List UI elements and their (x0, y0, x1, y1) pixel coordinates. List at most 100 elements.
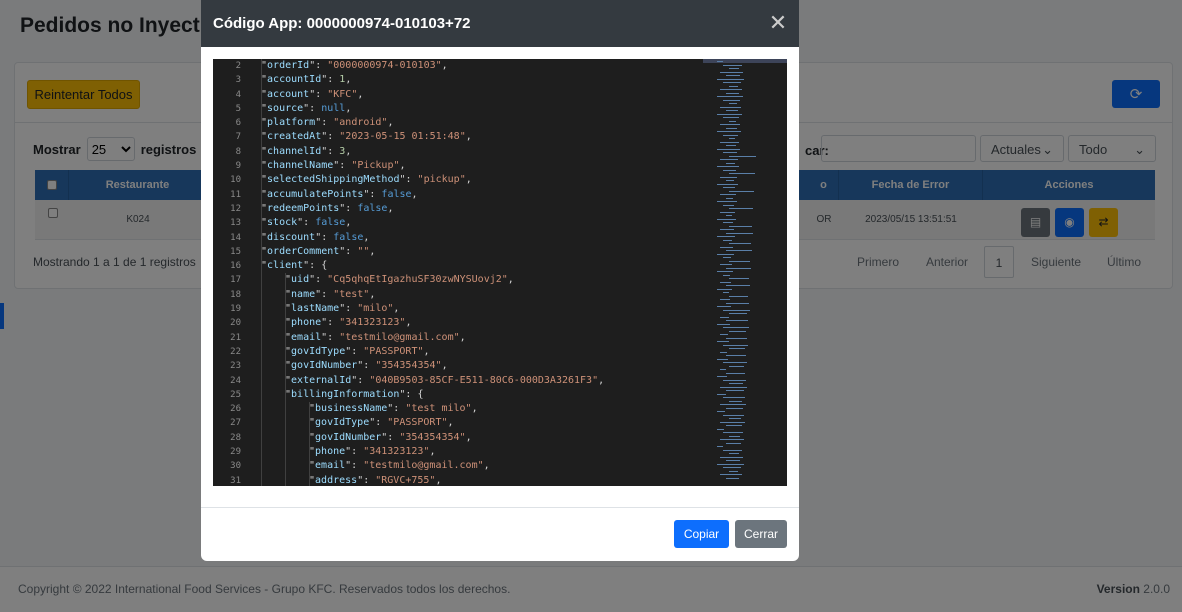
close-button[interactable]: Cerrar (735, 520, 787, 548)
minimap-line (729, 173, 755, 174)
minimap-line (717, 341, 729, 342)
minimap-line (726, 442, 741, 444)
code-text: "source": null, (261, 102, 352, 114)
minimap-line (726, 197, 733, 199)
minimap-line (723, 467, 741, 468)
line-number: 25 (230, 389, 241, 400)
minimap-line (729, 278, 749, 279)
line-number: 13 (230, 218, 241, 229)
line-number: 4 (235, 89, 241, 100)
minimap-line (720, 124, 740, 125)
minimap[interactable] (703, 59, 787, 486)
minimap-line (723, 99, 740, 101)
code-line: 25 "billingInformation": { (213, 387, 713, 403)
line-number: 29 (230, 447, 241, 458)
code-text: "stock": false, (261, 217, 352, 229)
indent-guide (285, 459, 286, 474)
minimap-line (720, 474, 742, 475)
minimap-line (729, 260, 750, 262)
minimap-line (717, 376, 727, 377)
line-number: 22 (230, 346, 241, 357)
minimap-line (720, 281, 731, 283)
indent-guide (261, 416, 262, 431)
minimap-line (729, 155, 756, 157)
minimap-line (723, 274, 730, 276)
code-text: "phone": "341323123", (285, 317, 412, 329)
minimap-line (717, 358, 728, 360)
code-text: "accumulatePoints": false, (261, 188, 418, 200)
minimap-line (726, 390, 744, 391)
minimap-line (717, 218, 736, 220)
code-text: "govIdNumber": "354354354", (309, 431, 472, 443)
minimap-line (723, 152, 737, 153)
code-lines: 2 "orderId": "0000000974-010103", 3 "accoun… (213, 59, 713, 486)
minimap-line (723, 82, 741, 83)
minimap-line (717, 463, 744, 465)
minimap-line (723, 327, 749, 328)
code-editor[interactable]: 2 "orderId": "0000000974-010103", 3 "accoun… (213, 59, 787, 486)
code-line: 11 "accumulatePoints": false, (213, 187, 713, 202)
line-number: 14 (230, 232, 241, 243)
minimap-line (726, 127, 737, 129)
code-text: "lastName": "milo", (285, 303, 400, 315)
line-number: 11 (230, 189, 241, 200)
indent-guide (261, 316, 262, 331)
code-text: "channelName": "Pickup", (261, 160, 406, 172)
line-number: 10 (230, 175, 241, 186)
code-line: 17 "uid": "Cq5qhqEtIgazhuSF30zwNYSUovj2", (213, 273, 713, 288)
code-line: 24 "externalId": "040B9503-85CF-E511-80C6… (213, 373, 713, 388)
minimap-line (729, 103, 737, 104)
minimap-line (726, 355, 746, 356)
minimap-line (717, 288, 732, 290)
code-text: "govIdNumber": "354354354", (285, 360, 448, 372)
code-line: 22 "govIdType": "PASSPORT", (213, 344, 713, 360)
minimap-line (720, 421, 745, 423)
indent-guide (261, 402, 262, 417)
minimap-line (723, 379, 746, 381)
minimap-line (729, 330, 746, 332)
minimap-line (729, 243, 751, 244)
code-line: 31 "address": "RGVC+755", (213, 473, 713, 486)
minimap-line (726, 92, 739, 94)
indent-guide (261, 430, 262, 446)
minimap-line (726, 180, 734, 181)
code-text: "accountId": 1, (261, 74, 352, 86)
close-icon[interactable]: ✕ (767, 10, 789, 36)
code-line: 15 "orderComment": "", (213, 244, 713, 260)
minimap-viewport[interactable] (703, 59, 787, 63)
line-number: 30 (230, 461, 241, 472)
indent-guide (285, 416, 286, 431)
minimap-line (729, 225, 752, 227)
minimap-line (726, 337, 747, 339)
copy-button[interactable]: Copiar (674, 520, 729, 548)
indent-guide (261, 302, 262, 317)
code-text: "govIdType": "PASSPORT", (285, 345, 430, 357)
minimap-line (717, 411, 725, 412)
indent-guide (261, 344, 262, 360)
indent-guide (261, 459, 262, 474)
code-line: 3 "accountId": 1, (213, 73, 713, 88)
minimap-line (717, 201, 737, 202)
minimap-line (726, 302, 749, 304)
indent-guide (285, 473, 286, 486)
indent-guide (285, 430, 286, 446)
modal-header: Código App: 0000000974-010103+72 ✕ (201, 0, 799, 47)
minimap-line (720, 439, 744, 440)
line-number: 17 (230, 275, 241, 286)
minimap-line (717, 61, 723, 62)
minimap-line (720, 89, 742, 90)
line-number: 9 (235, 161, 241, 172)
minimap-line (717, 306, 731, 307)
line-number: 2 (235, 61, 241, 71)
minimap-line (720, 159, 738, 160)
minimap-line (717, 393, 726, 395)
code-text: "selectedShippingMethod": "pickup", (261, 174, 472, 186)
code-line: 27 "govIdType": "PASSPORT", (213, 416, 713, 431)
minimap-line (717, 253, 734, 255)
minimap-line (720, 456, 743, 458)
minimap-line (726, 145, 736, 146)
code-text: "platform": "android", (261, 117, 394, 129)
minimap-line (729, 68, 739, 69)
minimap-line (720, 211, 735, 213)
minimap-line (729, 295, 748, 297)
